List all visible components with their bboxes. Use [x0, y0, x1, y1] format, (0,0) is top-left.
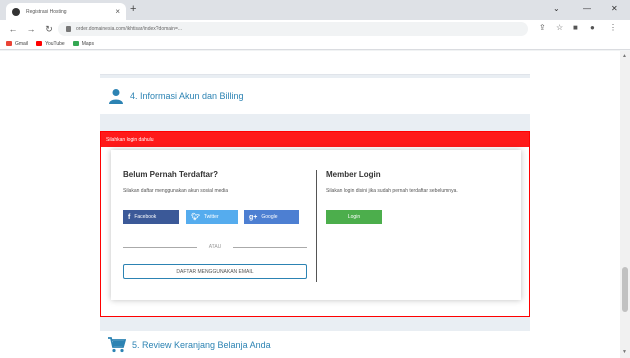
section-title: 4. Informasi Akun dan Billing — [130, 91, 244, 101]
gmail-icon — [6, 41, 12, 46]
tab-strip: Registrasi Hosting × + ⌄ — ✕ — [0, 0, 630, 20]
previous-section-card — [100, 51, 530, 75]
checkout-column: 4. Informasi Akun dan Billing Silahkan l… — [100, 51, 530, 358]
login-heading: Member Login — [326, 170, 381, 179]
user-icon — [109, 89, 123, 104]
forward-icon[interactable]: → — [26, 24, 36, 34]
new-tab-button[interactable]: + — [130, 4, 136, 15]
facebook-label: Facebook — [134, 214, 157, 220]
reload-icon[interactable]: ↻ — [44, 24, 54, 34]
login-button[interactable]: Login — [326, 210, 382, 224]
profile-icon[interactable]: ● — [590, 24, 595, 32]
bookmark-star-icon[interactable]: ☆ — [556, 24, 563, 32]
login-required-panel: Silahkan login dahulu Belum Pernah Terda… — [100, 131, 530, 317]
twitter-icon: 🐦︎ — [191, 214, 200, 221]
login-column: Member Login Silakan login disini jika s… — [326, 170, 516, 224]
account-billing-section-header[interactable]: 4. Informasi Akun dan Billing — [100, 78, 530, 114]
scroll-down-icon[interactable]: ▼ — [622, 349, 627, 355]
alert-bar: Silahkan login dahulu — [101, 132, 529, 147]
browser-tab[interactable]: Registrasi Hosting × — [6, 3, 126, 20]
address-bar[interactable]: order.domainesia.com/ikhtisar/index?doma… — [58, 22, 528, 36]
url-text: order.domainesia.com/ikhtisar/index?doma… — [76, 26, 183, 32]
tab-search-icon[interactable]: ⌄ — [553, 5, 560, 13]
page-scrollbar[interactable]: ▲ ▼ — [620, 51, 630, 358]
youtube-icon — [36, 41, 43, 46]
google-label: Google — [261, 214, 278, 220]
or-divider: ATAU — [123, 244, 307, 250]
tab-title: Registrasi Hosting — [26, 8, 67, 15]
bookmark-youtube[interactable]: YouTube — [36, 41, 65, 47]
google-signup-button[interactable]: g+ Google — [244, 210, 299, 224]
facebook-signup-button[interactable]: f Facebook — [123, 210, 179, 224]
login-register-card: Belum Pernah Terdaftar? Silakan daftar m… — [111, 150, 521, 300]
back-icon[interactable]: ← — [8, 24, 18, 34]
divider-line — [123, 247, 197, 248]
divider-line — [233, 247, 307, 248]
or-text: ATAU — [208, 244, 222, 250]
tab-close-icon[interactable]: × — [115, 7, 120, 16]
email-signup-button[interactable]: DAFTAR MENGGUNAKAN EMAIL — [123, 264, 307, 279]
bookmark-gmail[interactable]: Gmail — [6, 41, 28, 47]
column-divider — [316, 170, 317, 282]
site-favicon-icon — [12, 7, 20, 16]
minimize-icon[interactable]: — — [583, 5, 591, 13]
facebook-icon: f — [128, 213, 131, 221]
bookmark-label: YouTube — [45, 40, 65, 47]
twitter-signup-button[interactable]: 🐦︎ Twitter — [186, 210, 238, 224]
scroll-up-icon[interactable]: ▲ — [622, 53, 627, 59]
browser-toolbar: ← → ↻ order.domainesia.com/ikhtisar/inde… — [0, 20, 630, 38]
google-plus-icon: g+ — [249, 213, 258, 221]
maps-icon — [72, 41, 79, 46]
cart-review-section-header[interactable]: 5. Review Keranjang Belanja Anda — [100, 331, 530, 358]
register-column: Belum Pernah Terdaftar? Silakan daftar m… — [123, 170, 307, 279]
scrollbar-thumb[interactable] — [622, 267, 628, 312]
share-icon[interactable]: ⇪ — [539, 24, 546, 32]
section-title: 5. Review Keranjang Belanja Anda — [132, 339, 271, 350]
shopping-cart-icon — [108, 336, 126, 352]
menu-icon[interactable]: ⋮ — [609, 24, 617, 32]
extensions-icon[interactable]: ■ — [573, 24, 578, 32]
close-window-icon[interactable]: ✕ — [611, 5, 618, 13]
bookmarks-bar: Gmail YouTube Maps — [0, 38, 630, 50]
lock-icon — [66, 26, 71, 32]
bookmark-label: Maps — [81, 40, 94, 47]
bookmark-label: Gmail — [15, 40, 29, 47]
login-subtext: Silakan login disini jika sudah pernah t… — [326, 188, 458, 194]
register-subtext: Silakan daftar menggunakan akun sosial m… — [123, 188, 229, 194]
register-heading: Belum Pernah Terdaftar? — [123, 170, 218, 179]
page-viewport: 4. Informasi Akun dan Billing Silahkan l… — [0, 51, 630, 358]
bookmark-maps[interactable]: Maps — [72, 40, 94, 47]
twitter-label: Twitter — [203, 214, 219, 220]
